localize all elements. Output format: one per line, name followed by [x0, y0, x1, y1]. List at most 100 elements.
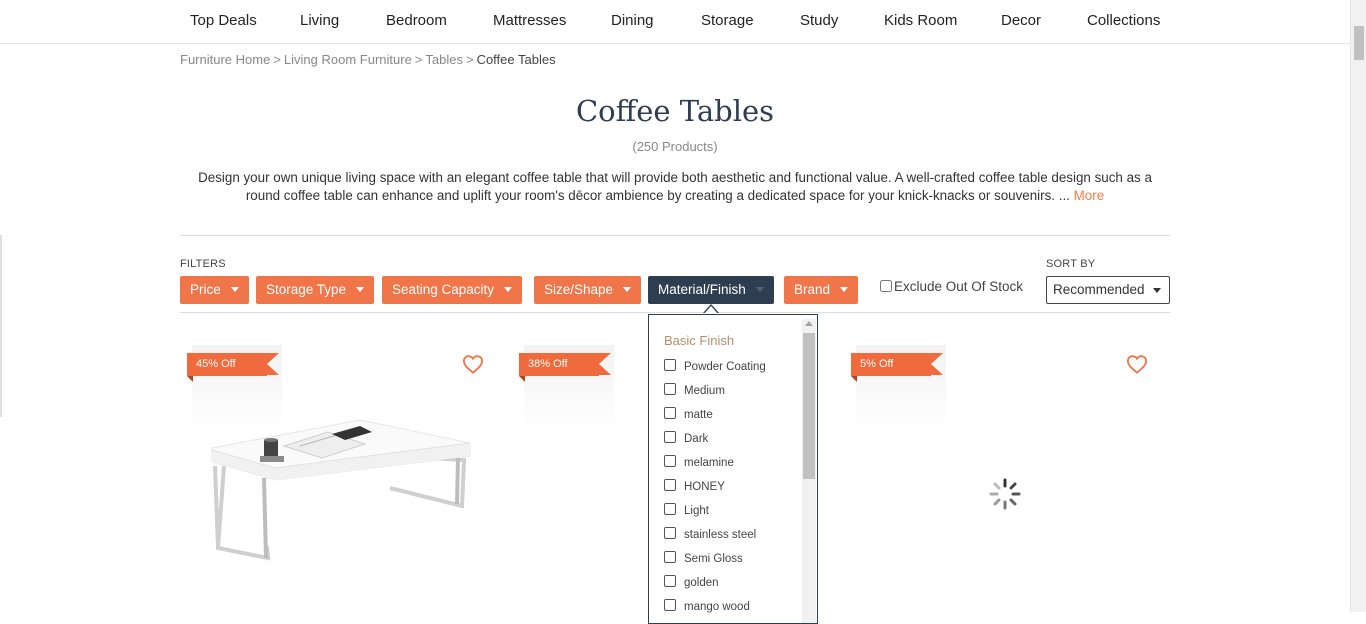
filter-label: Material/Finish [658, 282, 746, 297]
breadcrumb-tables[interactable]: Tables [425, 52, 463, 67]
option-medium[interactable]: Medium [664, 383, 725, 397]
caret-down-icon [1153, 288, 1161, 293]
page-scrollbar-thumb[interactable] [1354, 26, 1364, 60]
filters-label: FILTERS [180, 258, 226, 270]
option-light[interactable]: Light [664, 503, 709, 517]
discount-badge: 45% Off [187, 353, 279, 376]
filter-material-finish-button[interactable]: Material/Finish [648, 276, 774, 304]
sort-select-value: Recommended [1053, 282, 1145, 297]
nav-item-living[interactable]: Living [300, 12, 339, 29]
checkbox[interactable] [664, 575, 676, 587]
breadcrumb-furniture-home[interactable]: Furniture Home [180, 52, 270, 67]
checkbox[interactable] [664, 479, 676, 491]
option-label: matte [684, 409, 713, 421]
product-count: (250 Products) [632, 139, 718, 154]
option-semi-gloss[interactable]: Semi Gloss [664, 551, 743, 565]
option-label: Powder Coating [684, 361, 766, 373]
dropdown-scrollbar[interactable] [802, 319, 816, 623]
category-description: Design your own unique living space with… [180, 169, 1170, 205]
option-label: stainless steel [684, 529, 757, 541]
dropdown-scrollbar-thumb[interactable] [803, 333, 815, 479]
nav-item-mattresses[interactable]: Mattresses [493, 12, 566, 29]
breadcrumb-separator: > [414, 52, 423, 67]
option-label: mango wood [684, 601, 750, 613]
exclude-out-of-stock-label: Exclude Out Of Stock [894, 279, 1024, 294]
checkbox[interactable] [664, 527, 676, 539]
breadcrumb-separator: > [273, 52, 281, 67]
caret-down-icon [230, 286, 239, 292]
nav-item-dining[interactable]: Dining [611, 12, 654, 29]
left-edge-divider [0, 235, 2, 417]
option-golden[interactable]: golden [664, 575, 719, 589]
wishlist-heart-icon[interactable] [1126, 354, 1148, 374]
filter-storage-type-button[interactable]: Storage Type [256, 276, 375, 304]
discount-badge: 5% Off [851, 353, 943, 376]
option-dark[interactable]: Dark [664, 431, 708, 445]
discount-badge: 38% Off [519, 353, 611, 376]
top-navigation: Top Deals Living Bedroom Mattresses Dini… [0, 0, 1350, 44]
dropdown-pointer-inner [704, 306, 718, 314]
scroll-up-arrow-icon[interactable] [805, 321, 813, 326]
badge-fold [187, 376, 193, 382]
nav-item-kids-room[interactable]: Kids Room [884, 12, 957, 29]
option-label: melamine [684, 457, 734, 469]
sort-select[interactable]: Recommended [1046, 276, 1170, 304]
checkbox[interactable] [664, 599, 676, 611]
option-label: golden [684, 577, 719, 589]
checkbox[interactable] [664, 431, 676, 443]
option-matte[interactable]: matte [664, 407, 713, 421]
filter-label: Seating Capacity [392, 282, 495, 297]
option-honey[interactable]: HONEY [664, 479, 725, 493]
badge-fold [851, 376, 857, 382]
caret-down-icon [755, 286, 764, 292]
checkbox[interactable] [664, 455, 676, 467]
divider-filters [180, 312, 1170, 313]
checkbox[interactable] [664, 407, 676, 419]
material-finish-dropdown: Basic Finish Powder Coating Medium matte… [648, 314, 818, 624]
wishlist-heart-icon[interactable] [462, 354, 484, 374]
page-scrollbar[interactable] [1350, 0, 1366, 612]
divider-top [180, 235, 1170, 236]
filter-brand-button[interactable]: Brand [784, 276, 859, 304]
option-label: Semi Gloss [684, 553, 743, 565]
nav-item-decor[interactable]: Decor [1001, 12, 1041, 29]
option-stainless-steel[interactable]: stainless steel [664, 527, 756, 541]
nav-item-collections[interactable]: Collections [1087, 12, 1160, 29]
option-powder-coating[interactable]: Powder Coating [664, 359, 766, 373]
option-melamine[interactable]: melamine [664, 455, 734, 469]
checkbox[interactable] [664, 359, 676, 371]
option-label: Light [684, 505, 709, 517]
caret-down-icon [504, 286, 513, 292]
sort-by-label: SORT BY [1046, 258, 1096, 270]
exclude-out-of-stock[interactable]: Exclude Out Of Stock [880, 279, 1023, 294]
breadcrumb-living-room-furniture[interactable]: Living Room Furniture [284, 52, 412, 67]
breadcrumb: Furniture Home > Living Room Furniture > Tab… [180, 52, 556, 67]
filter-label: Size/Shape [544, 282, 614, 297]
nav-item-study[interactable]: Study [800, 12, 838, 29]
nav-item-top-deals[interactable]: Top Deals [190, 12, 257, 29]
option-mango-wood[interactable]: mango wood [664, 599, 750, 613]
caret-down-icon [840, 286, 849, 292]
caret-down-icon [356, 286, 365, 292]
option-label: Medium [684, 385, 725, 397]
more-link[interactable]: More [1074, 188, 1105, 203]
option-label: HONEY [684, 481, 725, 493]
filter-label: Brand [794, 282, 831, 297]
nav-item-bedroom[interactable]: Bedroom [386, 12, 447, 29]
filter-label: Price [190, 282, 221, 297]
filter-size-shape-button[interactable]: Size/Shape [534, 276, 642, 304]
nav-item-storage[interactable]: Storage [701, 12, 754, 29]
filter-price-button[interactable]: Price [180, 276, 249, 304]
caret-down-icon [623, 286, 632, 292]
loading-spinner-icon [989, 478, 1021, 510]
checkbox[interactable] [664, 551, 676, 563]
breadcrumb-coffee-tables: Coffee Tables [476, 52, 556, 67]
dropdown-heading: Basic Finish [664, 333, 735, 348]
checkbox[interactable] [664, 383, 676, 395]
page-title: Coffee Tables [575, 94, 775, 128]
option-label: Dark [684, 433, 709, 445]
exclude-out-of-stock-checkbox[interactable] [880, 280, 892, 292]
checkbox[interactable] [664, 503, 676, 515]
filter-seating-capacity-button[interactable]: Seating Capacity [382, 276, 523, 304]
product-image-coffee-table[interactable] [200, 418, 480, 568]
